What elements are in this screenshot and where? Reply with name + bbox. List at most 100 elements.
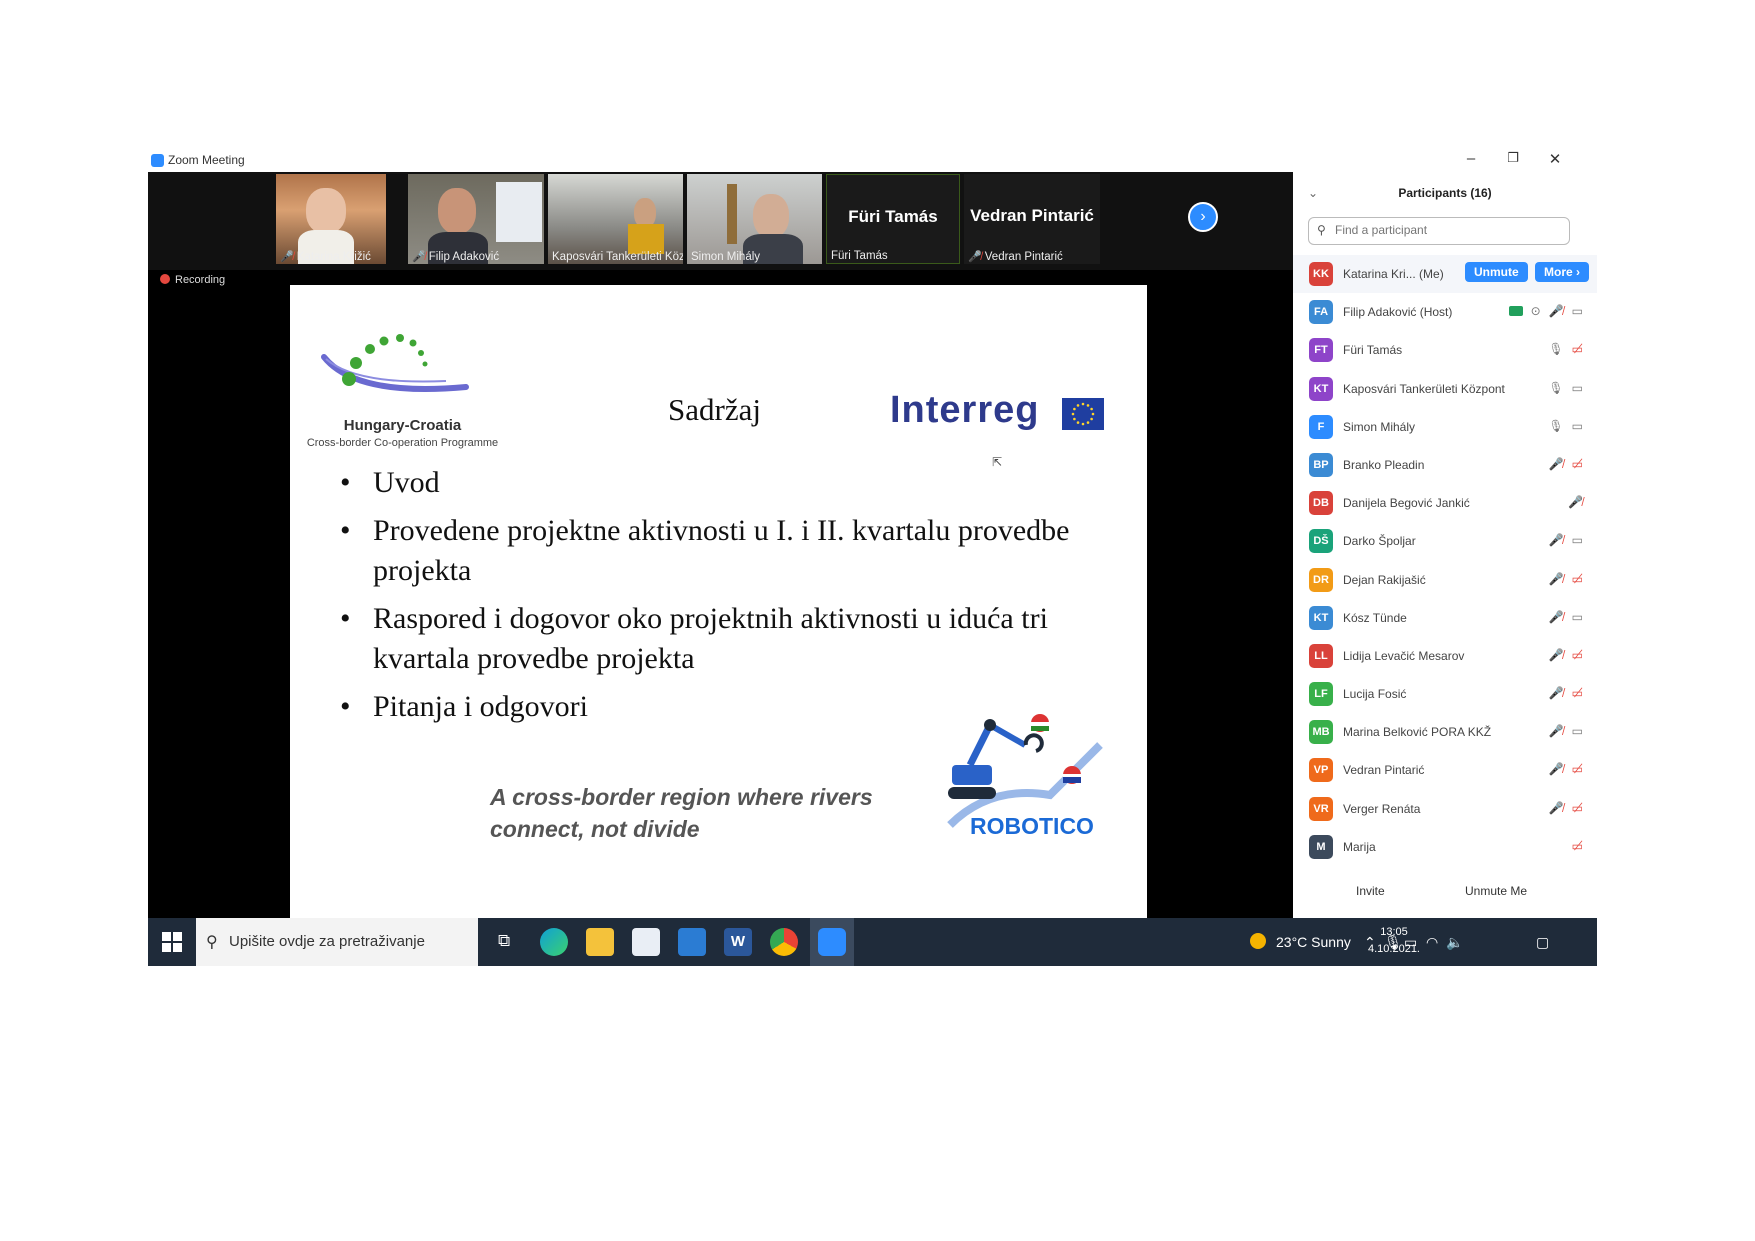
mail-icon[interactable] [678,928,706,956]
file-explorer-icon[interactable] [586,928,614,956]
avatar: M [1309,834,1333,859]
tile-name: Füri Tamás [831,250,888,262]
thumbnail-name: Simon Mihály [691,251,761,263]
participant-row[interactable]: M Marija ▭̸ [1293,828,1597,866]
wifi-icon[interactable]: ◠ [1426,934,1438,951]
clock[interactable]: 13:05 4.10.2021. [1368,924,1420,958]
avatar: VR [1309,796,1333,821]
camera-icon: ▭ [1571,304,1583,319]
participant-row[interactable]: DB Danijela Begović Jankić 🎤̸ [1293,484,1597,522]
name-tile[interactable]: Füri Tamás Füri Tamás [826,174,960,264]
store-icon[interactable] [632,928,660,956]
participant-name: Branko Pleadin [1343,457,1425,472]
chrome-icon[interactable] [770,928,798,956]
tile-big-name: Füri Tamás [848,207,938,226]
mic-muted-icon: 🎤̸ [1548,456,1564,471]
participant-row[interactable]: KT Kaposvári Tankerületi Központ 🎙 ▭ [1293,370,1597,408]
search-icon: ⚲ [1317,223,1326,237]
unmute-button[interactable]: Unmute [1464,262,1528,282]
taskbar-search[interactable]: ⚲ Upišite ovdje za pretraživanje [196,918,478,966]
bullet-item: Provedene projektne aktivnosti u I. i II… [340,511,1130,591]
participant-name: Kaposvári Tankerületi Központ [1343,381,1505,396]
minimize-button[interactable]: – [1458,150,1484,167]
invite-button[interactable]: Invite [1356,884,1385,898]
avatar: KT [1309,605,1333,630]
participants-header: Participants (16) [1398,186,1492,200]
video-thumbnail[interactable]: Kaposvári Tankerületi Köz... [548,174,683,264]
search-input[interactable] [1335,223,1555,237]
participant-name: Darko Špoljar [1343,534,1416,549]
recording-indicator[interactable]: Recording [160,274,225,286]
participant-row[interactable]: LF Lucija Fosić 🎤̸ ▭̸ [1293,675,1597,713]
edge-icon[interactable] [540,928,568,956]
avatar: FT [1309,338,1333,363]
search-icon: ⚲ [206,934,218,951]
zoom-app-icon[interactable] [818,928,846,956]
camera-off-icon: ▭̸ [1571,800,1583,815]
restore-button[interactable]: ❐ [1500,150,1526,166]
participant-row[interactable]: KK Katarina Kri... (Me) Unmute More › [1293,255,1597,294]
close-button[interactable]: ✕ [1542,150,1568,168]
avatar: DR [1309,567,1333,592]
mic-muted-icon: 🎤̸ [1548,800,1564,815]
unmute-me-button[interactable]: Unmute Me [1465,884,1527,898]
windows-start-icon[interactable] [162,932,182,952]
screen-share-icon [1508,306,1523,317]
participant-row[interactable]: DR Dejan Rakijašić 🎤̸ ▭̸ [1293,561,1597,599]
video-strip: 🎤̸ Katarina Križić 🎤̸ Filip Adaković Kap… [148,172,1293,270]
mic-muted-icon: 🎤̸ [1568,495,1583,510]
participant-row[interactable]: DŠ Darko Špoljar 🎤̸ ▭ [1293,522,1597,560]
participant-row[interactable]: FT Füri Tamás 🎙 ▭̸ [1293,331,1597,369]
avatar: F [1309,414,1333,439]
shared-slide: Hungary-Croatia Cross-border Co-operatio… [290,285,1147,928]
recording-dot-icon [160,274,170,284]
participant-row[interactable]: MB Marina Belković PORA KKŽ 🎤̸ ▭ [1293,713,1597,751]
hungary-croatia-logo-icon [321,334,469,392]
interreg-logo: Interreg [890,389,1040,431]
participant-row[interactable]: BP Branko Pleadin 🎤̸ ▭̸ [1293,446,1597,484]
participant-name: Kósz Tünde [1343,610,1407,625]
windows-taskbar: ⚲ Upišite ovdje za pretraživanje ⧉ W 23°… [148,918,1597,966]
participant-row[interactable]: VP Vedran Pintarić 🎤̸ ▭̸ [1293,751,1597,789]
camera-off-icon: ▭̸ [1571,342,1583,357]
camera-icon: ▭ [1571,380,1583,395]
task-view-icon[interactable]: ⧉ [498,931,510,951]
eu-flag-icon [1062,398,1104,430]
slide-title: Sadržaj [668,392,761,427]
word-icon[interactable]: W [724,928,752,956]
mic-muted-icon: 🎤̸ [412,251,429,263]
participant-name: Dejan Rakijašić [1343,572,1426,587]
taskbar-search-text: Upišite ovdje za pretraživanje [229,933,425,950]
video-thumbnail[interactable]: Simon Mihály [687,174,822,264]
camera-off-icon: ▭̸ [1571,456,1583,471]
mic-muted-icon: 🎤̸ [1548,762,1564,777]
name-tile[interactable]: Vedran Pintarić 🎤̸ Vedran Pintarić [964,174,1100,264]
video-thumbnail[interactable]: 🎤̸ Katarina Križić [276,174,386,264]
participant-row[interactable]: F Simon Mihály 🎙 ▭ [1293,408,1597,446]
avatar: LF [1309,682,1333,707]
participant-name: Danijela Begović Jankić [1343,496,1470,511]
record-icon: ⊙ [1530,304,1541,319]
more-button[interactable]: More › [1535,262,1589,282]
robotico-logo: ROBOTICO [970,813,1094,839]
avatar: BP [1309,452,1333,477]
camera-off-icon: ▭̸ [1571,571,1583,586]
next-page-button[interactable]: › [1188,202,1218,232]
avatar: VP [1309,758,1333,783]
participant-row[interactable]: LL Lidija Levačić Mesarov 🎤̸ ▭̸ [1293,637,1597,675]
camera-icon: ▭ [1571,533,1583,548]
participant-row[interactable]: VR Verger Renáta 🎤̸ ▭̸ [1293,790,1597,828]
volume-icon[interactable]: 🔈 [1446,934,1463,951]
recording-label: Recording [175,274,226,286]
title-bar: Zoom Meeting – ❐ ✕ [148,148,1597,172]
notifications-icon[interactable]: ▢ [1536,934,1549,951]
participant-search[interactable]: ⚲ [1308,217,1570,245]
participant-row[interactable]: FA Filip Adaković (Host) ⊙ 🎤̸ ▭ [1293,293,1597,331]
video-thumbnail[interactable]: 🎤̸ Filip Adaković [408,174,544,264]
weather-text[interactable]: 23°C Sunny [1276,934,1351,950]
participant-row[interactable]: KT Kósz Tünde 🎤̸ ▭ [1293,599,1597,637]
clock-date: 4.10.2021. [1368,943,1420,955]
mic-icon: 🎙 [1548,380,1564,395]
thumbnail-name: Kaposvári Tankerületi Köz... [552,251,683,263]
avatar: MB [1309,720,1333,745]
